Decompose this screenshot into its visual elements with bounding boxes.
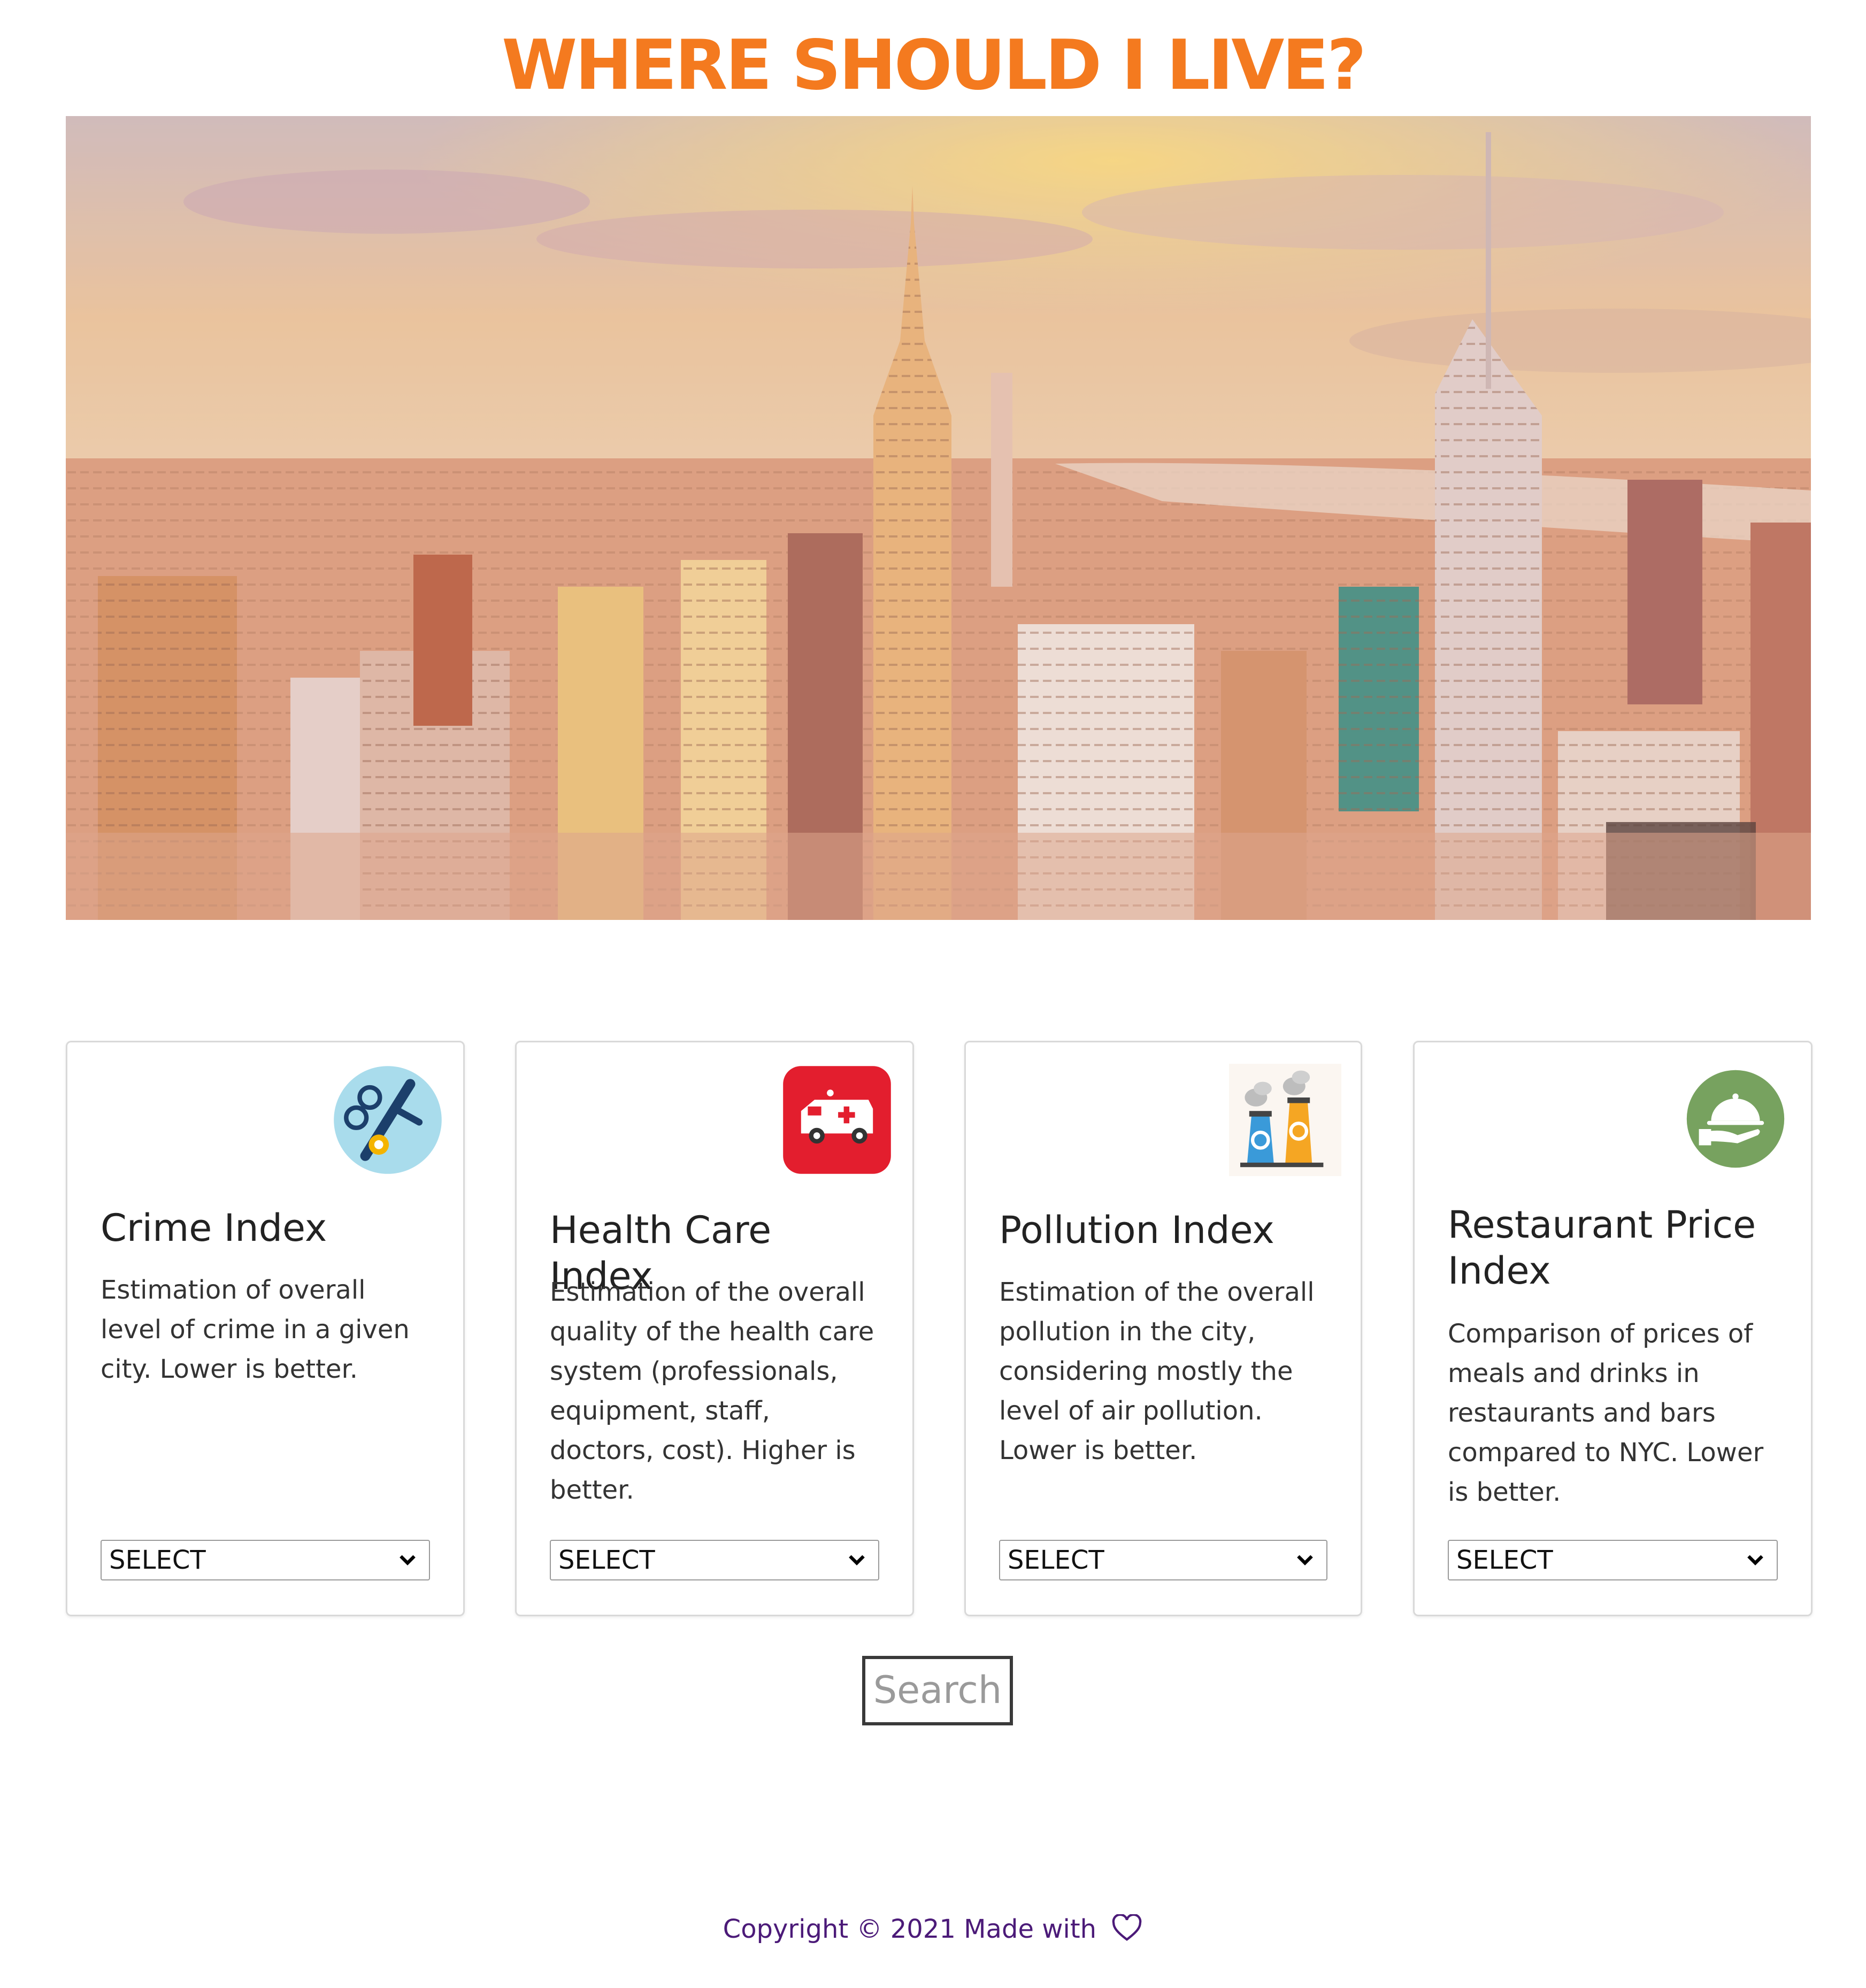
search-button[interactable]: Search	[862, 1656, 1013, 1725]
card-title: Restaurant Price Index	[1448, 1203, 1756, 1293]
chevron-down-icon	[849, 1555, 865, 1565]
card-pollution-index: Pollution Index Estimation of the overal…	[964, 1041, 1362, 1616]
hero-city-image	[66, 116, 1811, 920]
card-restaurant-price-index: Restaurant Price Index Comparison of pri…	[1413, 1041, 1813, 1616]
restaurant-price-index-select[interactable]: SELECT	[1448, 1540, 1778, 1580]
card-description: Comparison of prices of meals and drinks…	[1448, 1319, 1764, 1507]
health-care-index-select[interactable]: SELECT	[550, 1540, 879, 1580]
page: WHERE SHOULD I LIVE? Crime Index Estimat…	[0, 0, 1866, 1988]
handcuffs-badge-icon	[332, 1064, 444, 1176]
chevron-down-icon	[1297, 1555, 1313, 1565]
factory-chimney-icon	[1229, 1064, 1341, 1176]
select-value: SELECT	[1456, 1545, 1553, 1575]
city-skyline-image	[66, 116, 1811, 920]
card-description: Estimation of the overall quality of the…	[550, 1277, 874, 1505]
food-cloche-icon	[1685, 1068, 1786, 1170]
heart-icon	[1112, 1914, 1142, 1941]
select-value: SELECT	[1008, 1545, 1104, 1575]
crime-index-select[interactable]: SELECT	[101, 1540, 430, 1580]
chevron-down-icon	[400, 1555, 416, 1565]
page-title: WHERE SHOULD I LIVE?	[502, 26, 1366, 105]
pollution-index-select[interactable]: SELECT	[999, 1540, 1327, 1580]
chevron-down-icon	[1747, 1555, 1763, 1565]
card-health-care-index: Health Care Index Estimation of the over…	[515, 1041, 914, 1616]
ambulance-icon	[781, 1064, 893, 1176]
card-description: Estimation of the overall pollution in t…	[999, 1277, 1315, 1465]
select-value: SELECT	[558, 1545, 655, 1575]
card-description: Estimation of overall level of crime in …	[101, 1275, 410, 1384]
card-crime-index: Crime Index Estimation of overall level …	[66, 1041, 465, 1616]
card-title: Crime Index	[101, 1206, 327, 1250]
footer: Copyright © 2021 Made with	[0, 1910, 1866, 1948]
select-value: SELECT	[109, 1545, 206, 1575]
card-title: Pollution Index	[999, 1208, 1274, 1252]
footer-copyright: Copyright © 2021 Made with	[723, 1914, 1097, 1944]
